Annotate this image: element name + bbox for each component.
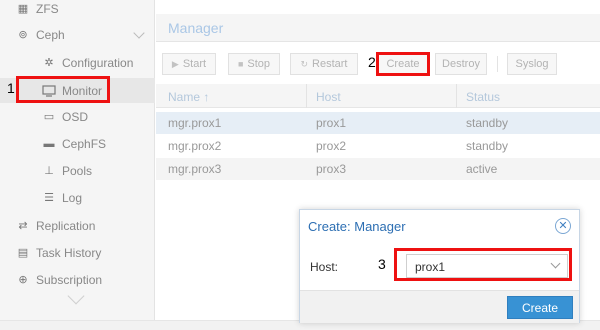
start-button[interactable]: ▶ Start — [162, 53, 216, 75]
toolbar-separator — [497, 56, 498, 72]
restart-label: Restart — [312, 58, 348, 70]
sidebar-item-label: Subscription — [36, 272, 103, 287]
panel-title: Manager — [168, 20, 224, 36]
destroy-button[interactable]: Destroy — [435, 53, 487, 75]
sidebar-item-label: Pools — [62, 163, 93, 178]
play-icon: ▶ — [171, 58, 179, 69]
sidebar-item-label: CephFS — [62, 136, 107, 151]
sidebar-item-zfs[interactable]: ▦ ZFS — [0, 0, 155, 21]
sidebar-item-label: Ceph — [36, 27, 65, 42]
grid-header: Name ↑ Host Status — [156, 84, 600, 108]
column-header-host[interactable]: Host — [316, 90, 341, 104]
sidebar-item-pools[interactable]: ⊥ Pools — [0, 158, 155, 183]
column-header-name[interactable]: Name ↑ — [168, 90, 209, 104]
syslog-label: Syslog — [515, 58, 549, 70]
dialog-footer: Create — [300, 290, 579, 323]
retweet-icon: ⇄ — [18, 220, 28, 232]
zfs-icon: ▦ — [17, 3, 29, 15]
table-row[interactable]: mgr.prox2 prox2 standby — [156, 135, 600, 157]
sidebar-item-osd[interactable]: ▭ OSD — [0, 104, 155, 129]
syslog-button[interactable]: Syslog — [507, 53, 557, 75]
host-label: Host: — [310, 260, 339, 274]
dialog-title: Create: Manager — [308, 219, 406, 234]
cell-name: mgr.prox2 — [168, 139, 222, 153]
sidebar-item-cephfs[interactable]: ▬ CephFS — [0, 131, 155, 156]
restart-button[interactable]: ↻ Restart — [290, 53, 358, 75]
sidebar-item-configuration[interactable]: ✲ Configuration — [0, 50, 155, 75]
annotation-box-create — [376, 52, 430, 76]
stop-label: Stop — [247, 58, 271, 70]
destroy-label: Destroy — [442, 58, 480, 70]
sidebar-item-label: Replication — [36, 218, 96, 233]
column-divider — [306, 84, 307, 108]
refresh-icon: ↻ — [300, 58, 309, 69]
sidebar: ▦ ZFS ⊚ Ceph ✲ Configuration Monitor ▭ O… — [0, 0, 155, 320]
folder-icon: ▬ — [43, 137, 55, 150]
sidebar-item-label: Task History — [36, 245, 102, 260]
list-alt-icon: ▤ — [17, 247, 29, 259]
cell-host: prox3 — [316, 162, 347, 176]
support-icon: ⊕ — [18, 274, 28, 286]
sidebar-item-label: OSD — [62, 109, 89, 124]
cell-status: standby — [466, 139, 509, 153]
hdd-icon: ▭ — [43, 111, 55, 123]
cell-name: mgr.prox3 — [168, 162, 222, 176]
sitemap-icon: ⊥ — [44, 165, 54, 177]
sidebar-item-ceph[interactable]: ⊚ Ceph — [0, 22, 155, 47]
annotation-number-3: 3 — [378, 256, 386, 272]
sidebar-item-replication[interactable]: ⇄ Replication — [0, 213, 155, 238]
sidebar-item-label: ZFS — [36, 1, 59, 16]
cell-host: prox2 — [316, 139, 347, 153]
close-icon[interactable]: ✕ — [555, 218, 571, 234]
stop-button[interactable]: ■ Stop — [228, 53, 280, 75]
column-header-status[interactable]: Status — [466, 90, 500, 104]
annotation-box-monitor — [16, 76, 110, 103]
table-row[interactable]: mgr.prox1 prox1 standby — [156, 112, 600, 134]
ceph-icon: ⊚ — [18, 29, 28, 41]
list-icon: ☰ — [44, 192, 54, 204]
start-label: Start — [182, 58, 207, 70]
annotation-number-1: 1 — [7, 80, 15, 96]
chevron-down-icon — [133, 27, 145, 39]
stop-icon: ■ — [237, 59, 244, 69]
cell-status: active — [466, 162, 498, 176]
table-row[interactable]: mgr.prox3 prox3 active — [156, 158, 600, 180]
cell-host: prox1 — [316, 116, 347, 130]
annotation-box-host — [394, 248, 572, 281]
dialog-create-button[interactable]: Create — [507, 296, 573, 319]
column-divider — [456, 84, 457, 108]
cell-name: mgr.prox1 — [168, 116, 222, 130]
sidebar-item-label: Log — [62, 190, 83, 205]
gear-icon: ✲ — [44, 57, 54, 69]
sidebar-item-log[interactable]: ☰ Log — [0, 185, 155, 210]
annotation-number-2: 2 — [368, 54, 376, 70]
sidebar-item-label: Configuration — [62, 55, 134, 70]
sidebar-item-task-history[interactable]: ▤ Task History — [0, 240, 155, 265]
cell-status: standby — [466, 116, 509, 130]
